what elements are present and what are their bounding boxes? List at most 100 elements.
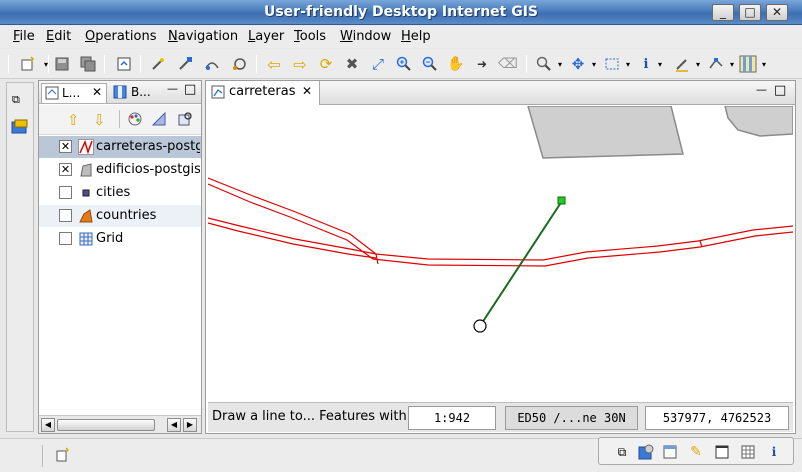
layer-visibility-checkbox[interactable]: [59, 209, 72, 222]
menu-file-label: ile: [19, 29, 35, 44]
menu-navigation-label: avigation: [177, 29, 239, 44]
next-icon[interactable]: ➜: [472, 54, 492, 74]
crs-button[interactable]: ED50 /...ne 30N: [505, 406, 638, 430]
maximize-panel-button[interactable]: □: [184, 82, 196, 97]
coordinates-field[interactable]: 537977, 4762523: [645, 406, 789, 430]
layer-visibility-checkbox[interactable]: ✕: [59, 163, 72, 176]
window-view-icon[interactable]: [661, 443, 679, 461]
draw-polygon-icon[interactable]: [229, 54, 249, 74]
menu-help[interactable]: Help: [401, 29, 431, 44]
layers-horizontal-scrollbar[interactable]: ◀ ◀ ▶: [39, 415, 201, 433]
move-layer-up-icon[interactable]: ⇧: [67, 111, 80, 129]
layer-query-icon[interactable]: [177, 111, 193, 127]
edit-tool-dropdown-icon[interactable]: ▾: [688, 54, 708, 74]
main-toolbar: ▾ ⇦ ⇨ ⟳ ✖ ⤢ ✋ ➜ ⌫ ▾ ✥ ▾ ▾ i ▾ ▾ ▾ ▾: [0, 49, 802, 79]
menu-help-label: elp: [410, 29, 431, 44]
menu-operations[interactable]: Operations: [85, 29, 156, 44]
perspective-switcher: ⧉ ✎ i: [598, 437, 794, 465]
map-panel: carreteras ✕ — □ Draw a line to... Featu…: [205, 80, 796, 434]
draw-line-icon[interactable]: [202, 54, 222, 74]
map-canvas[interactable]: [208, 106, 793, 401]
select-dropdown-icon[interactable]: ▾: [618, 54, 638, 74]
forward-icon[interactable]: ⇨: [290, 54, 310, 74]
catalog-view-icon[interactable]: [637, 443, 655, 461]
layer-row-countries[interactable]: countries: [39, 205, 201, 227]
catalog-icon[interactable]: [11, 119, 29, 135]
menu-operations-label: perations: [95, 29, 157, 44]
move-layer-down-icon[interactable]: ⇩: [93, 111, 106, 129]
layout-dropdown-icon[interactable]: ▾: [754, 54, 774, 74]
menu-navigation-mnemonic: N: [168, 29, 178, 44]
menu-tools[interactable]: Tools: [294, 29, 326, 44]
layer-row-carreteras[interactable]: ✕ carreteras-postgis: [39, 136, 201, 158]
tab-layers[interactable]: L... ✕: [41, 83, 107, 103]
menu-navigation[interactable]: Navigation: [168, 29, 238, 44]
restore-icon[interactable]: ⧉: [12, 93, 28, 107]
properties-icon[interactable]: [151, 111, 167, 127]
menu-help-mnemonic: H: [401, 29, 411, 44]
layer-row-grid[interactable]: Grid: [39, 228, 201, 250]
layer-row-cities[interactable]: cities: [39, 182, 201, 204]
close-tab-icon[interactable]: ✕: [302, 84, 312, 98]
layer-visibility-checkbox[interactable]: [59, 232, 72, 245]
add-vertex-icon[interactable]: [175, 54, 195, 74]
scroll-left-end-icon[interactable]: ◀: [167, 418, 181, 432]
menu-tools-label: ools: [299, 29, 327, 44]
table-view-icon[interactable]: [739, 443, 757, 461]
layers-panel: L... ✕ B... — □ ⇧ ⇩ ✕ carreteras-postgis…: [38, 80, 202, 434]
scroll-right-icon[interactable]: ▶: [183, 418, 197, 432]
zoom-extent-icon[interactable]: ⤢: [368, 54, 388, 74]
minimize-window-button[interactable]: _: [712, 4, 734, 21]
new-view-icon[interactable]: [54, 447, 70, 463]
close-window-button[interactable]: ✕: [766, 4, 788, 21]
save-icon[interactable]: [52, 54, 72, 74]
new-icon[interactable]: [18, 54, 38, 74]
menu-edit-mnemonic: E: [46, 29, 55, 44]
edit-pen-icon[interactable]: [148, 54, 168, 74]
layers-toolbar: ⇧ ⇩: [39, 105, 201, 135]
menu-edit[interactable]: Edit: [46, 29, 71, 44]
layer-visibility-checkbox[interactable]: ✕: [59, 140, 72, 153]
layer-visibility-checkbox[interactable]: [59, 186, 72, 199]
tab-bookmarks[interactable]: B...: [111, 83, 161, 103]
menu-file[interactable]: File: [13, 29, 35, 44]
building-polygon: [527, 106, 684, 159]
move-dropdown-icon[interactable]: ▾: [584, 54, 604, 74]
layer-row-edificios[interactable]: ✕ edificios-postgis: [39, 159, 201, 181]
layers-panel-tabs: L... ✕ B... — □: [39, 81, 201, 104]
menu-window[interactable]: Window: [340, 29, 391, 44]
grid-layer-icon: [78, 231, 94, 247]
menu-window-label: indow: [352, 29, 392, 44]
restore-icon[interactable]: ⧉: [613, 443, 631, 461]
edit-perspective-icon[interactable]: ✎: [687, 443, 705, 461]
menu-layer[interactable]: Layer: [248, 29, 284, 44]
info-view-icon[interactable]: i: [765, 443, 783, 461]
minimize-panel-button[interactable]: —: [167, 82, 178, 95]
close-tab-icon[interactable]: ✕: [92, 85, 102, 99]
maximize-panel-button[interactable]: □: [774, 83, 786, 98]
tab-carreteras-map[interactable]: carreteras ✕: [206, 81, 320, 105]
back-icon[interactable]: ⇦: [264, 54, 284, 74]
refresh-icon[interactable]: ⟳: [316, 54, 336, 74]
toolbar-separator: [119, 110, 120, 128]
export-icon[interactable]: [114, 54, 134, 74]
zoom-out-icon[interactable]: [420, 54, 440, 74]
zoom-in-icon[interactable]: [394, 54, 414, 74]
info-dropdown-icon[interactable]: ▾: [650, 54, 670, 74]
scale-field[interactable]: 1:942: [408, 406, 496, 430]
layers-tab-icon: [45, 86, 59, 100]
measure-startpoint: [473, 319, 487, 333]
pan-icon[interactable]: ✋: [446, 54, 466, 74]
maximize-window-button[interactable]: □: [739, 4, 761, 21]
building-polygon: [724, 106, 793, 137]
layer-name: carreteras-postgis: [96, 139, 200, 154]
search-dropdown-icon[interactable]: ▾: [550, 54, 570, 74]
style-icon[interactable]: [127, 111, 143, 127]
stop-icon[interactable]: ✖: [342, 54, 362, 74]
scroll-left-icon[interactable]: ◀: [41, 418, 55, 432]
eraser-icon[interactable]: ⌫: [498, 54, 518, 74]
save-all-icon[interactable]: [78, 54, 98, 74]
map-view-icon[interactable]: [713, 443, 731, 461]
minimize-panel-button[interactable]: —: [756, 83, 767, 96]
scrollbar-thumb[interactable]: [57, 419, 155, 431]
